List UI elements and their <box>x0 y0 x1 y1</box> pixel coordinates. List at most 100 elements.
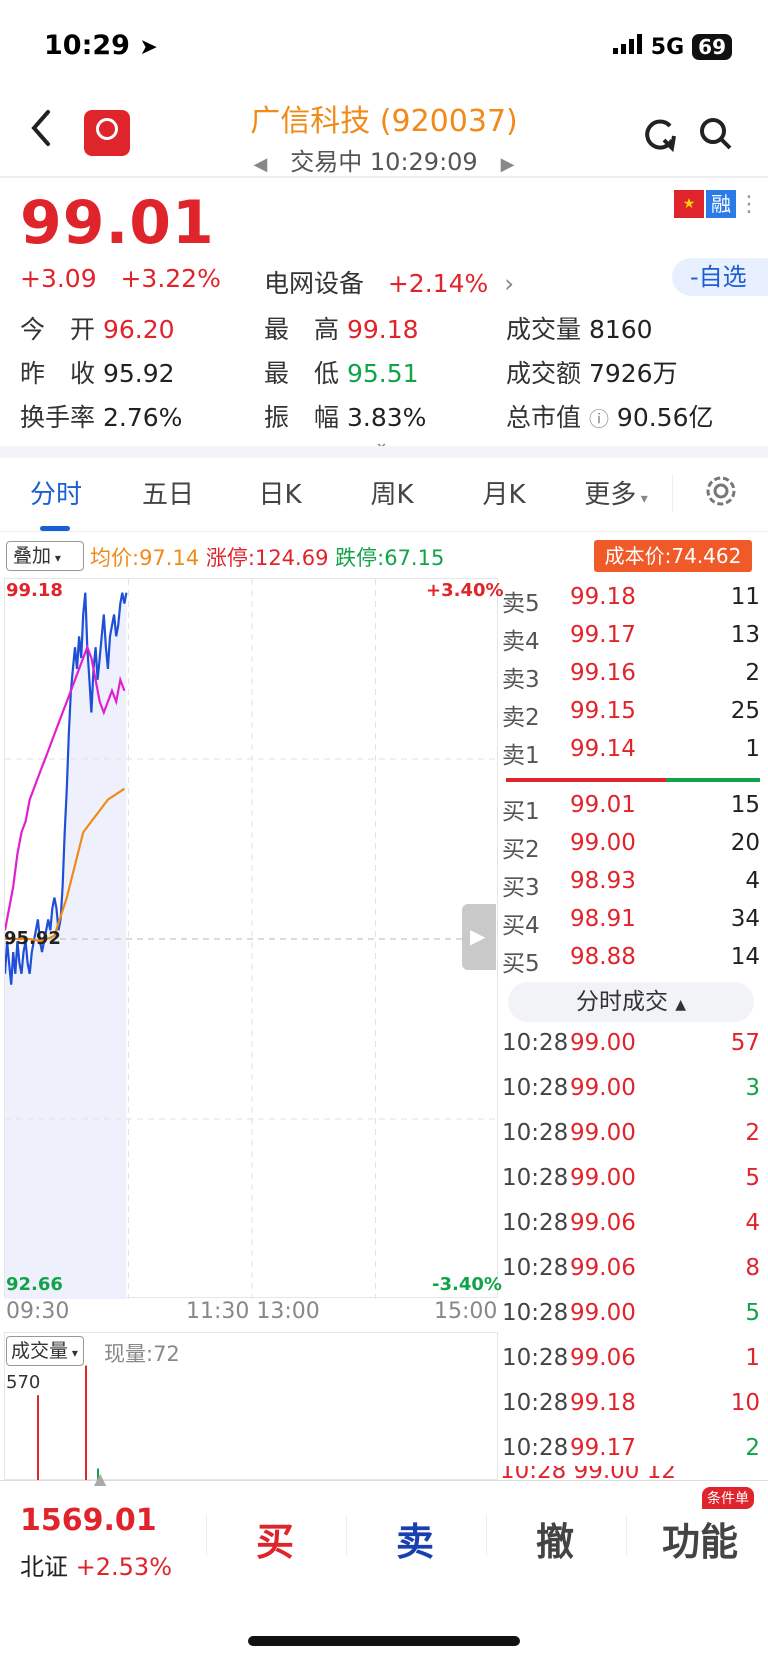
bid-row[interactable]: 买2 99.00 20 <box>502 830 760 864</box>
trades-toggle[interactable]: 分时成交 ▲ <box>508 982 754 1022</box>
current-volume: 现量:72 <box>104 1342 180 1366</box>
bid-row[interactable]: 买5 98.88 14 <box>502 944 760 978</box>
conditional-order-tag[interactable]: 条件单 <box>702 1487 754 1509</box>
home-indicator[interactable] <box>248 1636 520 1646</box>
cost-price-badge[interactable]: 成本价:74.462 <box>594 540 752 572</box>
trade-price: 99.00 <box>570 1075 636 1101</box>
tab-intraday[interactable]: 分时 <box>0 474 112 531</box>
trade-row: 10:28 99.06 8 <box>502 1255 760 1281</box>
trade-time: 10:28 <box>502 1255 569 1281</box>
play-icon: ▶ <box>470 924 486 948</box>
sector-link[interactable]: 电网设备 +2.14% › <box>264 264 514 300</box>
volume-max: 570 <box>6 1372 41 1393</box>
y-top-label: 99.18 <box>6 580 63 601</box>
chart-stats: 均价:97.14 涨停:124.69 跌停:67.15 <box>90 546 445 570</box>
level-label: 卖5 <box>502 591 540 617</box>
x-tick-start: 09:30 <box>6 1299 70 1324</box>
tab-more[interactable]: 更多 ▾ <box>560 474 672 511</box>
trading-time: 交易中 10:29:09 <box>290 148 478 176</box>
stat-low: 最 低 95.51 <box>264 359 419 388</box>
trade-volume: 2 <box>745 1435 760 1461</box>
tab-weekly-k[interactable]: 周K <box>336 474 448 511</box>
trade-time: 10:28 <box>502 1120 569 1146</box>
trade-row: 10:28 99.00 57 <box>502 1030 760 1056</box>
trade-row: 10:28 99.00 2 <box>502 1120 760 1146</box>
trade-row-partial: 10:28 99.00 12 <box>500 1466 677 1480</box>
level-volume: 2 <box>745 660 760 686</box>
more-dots-icon[interactable]: ⋮ <box>738 192 760 217</box>
level-price: 98.91 <box>570 906 636 932</box>
trade-price: 99.00 <box>570 1030 636 1056</box>
search-button[interactable] <box>698 116 734 156</box>
chart-tabs: 分时 五日 日K 周K 月K 更多 ▾ <box>0 455 768 531</box>
ask-row[interactable]: 卖2 99.15 25 <box>502 698 760 732</box>
trade-volume: 57 <box>730 1030 760 1056</box>
stat-amount: 成交额 7926万 <box>506 359 678 388</box>
network-label: 5G <box>650 34 685 60</box>
level-volume: 11 <box>730 584 760 610</box>
bid-row[interactable]: 买1 99.01 15 <box>502 792 760 826</box>
ask-row[interactable]: 卖5 99.18 11 <box>502 584 760 618</box>
volume-bar <box>37 1395 39 1481</box>
chevron-right-icon: › <box>504 269 515 298</box>
tab-monthly-k[interactable]: 月K <box>448 474 560 511</box>
sell-button[interactable]: 卖 <box>396 1511 434 1566</box>
ask-row[interactable]: 卖4 99.17 13 <box>502 622 760 656</box>
current-price: 99.01 <box>20 188 215 258</box>
gear-icon <box>706 476 735 505</box>
y-top-pct: +3.40% <box>426 580 504 601</box>
level-volume: 14 <box>730 944 760 970</box>
volume-selector[interactable]: 成交量 ▾ <box>6 1336 84 1366</box>
tab-daily-k[interactable]: 日K <box>224 474 336 511</box>
china-flag-icon: ★ <box>674 190 704 218</box>
level-price: 98.93 <box>570 868 636 894</box>
watchlist-button[interactable]: -自选 <box>672 258 768 296</box>
settings-button[interactable] <box>672 473 768 512</box>
level-price: 98.88 <box>570 944 636 970</box>
intraday-chart[interactable] <box>3 578 499 1299</box>
trade-time: 10:28 <box>502 1210 569 1236</box>
caret-up-icon: ▲ <box>675 997 687 1013</box>
bid-row[interactable]: 买4 98.91 34 <box>502 906 760 940</box>
stat-volume: 成交量 8160 <box>506 315 653 344</box>
trade-price: 99.00 <box>570 1120 636 1146</box>
prev-stock-icon[interactable]: ◀ <box>254 154 268 175</box>
level-price: 99.18 <box>570 584 636 610</box>
ask-row[interactable]: 卖3 99.16 2 <box>502 660 760 694</box>
refresh-button[interactable] <box>642 116 678 156</box>
index-name[interactable]: 北证 +2.53% <box>20 1547 172 1582</box>
trade-time: 10:28 <box>502 1435 569 1461</box>
trade-price: 99.00 <box>570 1165 636 1191</box>
function-button[interactable]: 功能 <box>662 1511 738 1566</box>
status-time: 10:29 ➤ <box>44 30 158 61</box>
level-volume: 25 <box>730 698 760 724</box>
level-price: 99.16 <box>570 660 636 686</box>
trade-volume: 5 <box>745 1165 760 1191</box>
level-label: 卖2 <box>502 705 540 731</box>
ask-row[interactable]: 卖1 99.14 1 <box>502 736 760 770</box>
next-stock-icon[interactable]: ▶ <box>501 154 515 175</box>
tab-5day[interactable]: 五日 <box>112 474 224 511</box>
overlay-button[interactable]: 叠加 ▾ <box>6 541 84 571</box>
trade-price: 99.06 <box>570 1345 636 1371</box>
collapse-up-icon[interactable]: ▲ <box>94 1469 106 1488</box>
trade-time: 10:28 <box>502 1345 569 1371</box>
trade-time: 10:28 <box>502 1030 569 1056</box>
buy-button[interactable]: 买 <box>256 1511 294 1566</box>
book-balance-bar <box>506 778 760 782</box>
bid-row[interactable]: 买3 98.93 4 <box>502 868 760 902</box>
index-value[interactable]: 1569.01 <box>20 1503 157 1538</box>
signal-icon <box>612 34 643 60</box>
orderbook-toggle[interactable]: ▶ <box>462 904 496 970</box>
price-change: +3.09 +3.22% <box>20 264 221 293</box>
help-icon: ⓘ <box>588 407 609 431</box>
cancel-button[interactable]: 撤 <box>536 1511 574 1566</box>
stat-market-cap: 总市值 ⓘ 90.56亿 <box>506 403 714 432</box>
level-label: 买2 <box>502 837 540 863</box>
level-label: 买4 <box>502 913 540 939</box>
trade-row: 10:28 99.18 10 <box>502 1390 760 1416</box>
y-bottom-pct: -3.40% <box>432 1274 502 1295</box>
stat-turnover: 换手率 2.76% <box>20 403 183 432</box>
level-label: 买1 <box>502 799 540 825</box>
trade-price: 99.06 <box>570 1210 636 1236</box>
